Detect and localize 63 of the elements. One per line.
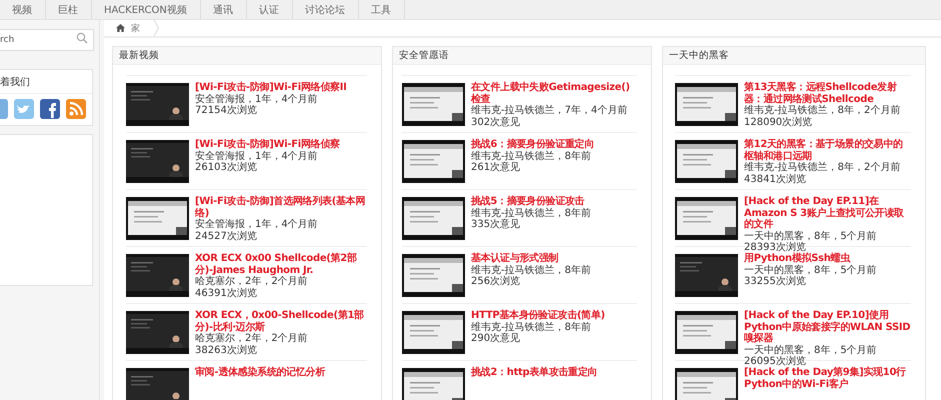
video-title-link[interactable]: 基本认证与形式强制 [471, 253, 591, 264]
view-count: 24527次浏览 [195, 230, 258, 242]
view-count: 43841次浏览 [744, 174, 807, 185]
view-count: 26095次浏览 [744, 356, 807, 367]
video-author-date: 哈克塞尔，2年，2个月前 [195, 333, 309, 344]
view-count: 28393次浏览 [744, 242, 806, 253]
video-author-date: 维韦克-拉马铁德兰，7年，4个月前 [471, 105, 628, 116]
video-title-link[interactable]: [Hack of the Day EP.11]在Amazon S 3账户上查找可公开读取的文件 [744, 196, 911, 230]
video-title-link[interactable]: HTTP基本身份验证攻击(简单) [471, 310, 605, 322]
nav-link[interactable]: 认证 [246, 0, 293, 19]
video-author-date: 安全管海报，1年，4个月前 [195, 150, 319, 162]
breadcrumb-link[interactable]: 家 [131, 22, 140, 34]
search-field[interactable]: rch [0, 29, 94, 51]
video-author-date: 维韦克-拉马铁德兰，8年前 [471, 322, 592, 332]
video-title-link[interactable]: 审阅-透体感染系统的记忆分析 [195, 367, 325, 378]
video-author-date: 维韦克-拉马铁德兰，8年，2个月前 [744, 105, 902, 116]
video-author-date: 安全管海报，1年，4个月前 [195, 94, 319, 104]
video-title-link[interactable]: 第12天的黑客：基于场景的交易中的枢轴和港口远期 [744, 139, 911, 162]
view-count: 290次意见 [471, 333, 522, 344]
video-author-date: 哈克塞尔，2年，2个月前 [195, 276, 309, 288]
nav-link[interactable]: 讨论论坛 [292, 0, 359, 19]
video-title-link[interactable]: 第13天黑客：远程Shellcode发射器：通过网络测试Shellcode [744, 82, 911, 105]
video-author-date: 维韦克-拉马铁德兰，8年前 [471, 150, 592, 162]
panel-title: 一天中的黑客 [669, 49, 729, 62]
video-title-link[interactable]: 用Python模拟Ssh蠕虫 [744, 253, 877, 264]
view-count: 256次浏览 [471, 276, 522, 288]
facebook-icon[interactable] [40, 99, 60, 119]
view-count: 335次意见 [471, 219, 522, 230]
nav-link[interactable]: 通讯 [200, 0, 247, 19]
video-author-date: 一天中的黑客，8年，5个月前 [744, 264, 877, 276]
video-author-date: 维韦克-拉马铁德兰，8年前 [471, 208, 591, 218]
panel-title: 最新视频 [119, 49, 159, 62]
video-title-link[interactable]: [Hack of the Day EP.10]使用Python中原始套接字的WLAN SSID嗅探器 [744, 310, 911, 344]
view-count: 261次意见 [471, 162, 522, 174]
nav-link[interactable]: 视频 [0, 0, 46, 19]
view-count: 38263次浏览 [195, 344, 258, 356]
home-icon[interactable] [116, 24, 125, 32]
follow-title: 着我们 [0, 70, 92, 94]
nav-link[interactable]: HACKERCON视频 [92, 0, 201, 19]
view-count: 128090次浏览 [744, 116, 814, 128]
nav-link[interactable]: 工具 [358, 0, 405, 19]
video-author-date: 维韦克-拉马铁德兰，8年，2个月前 [744, 162, 902, 174]
video-title-link[interactable]: 挑战5：摘要身份验证攻击 [471, 196, 591, 208]
view-count: 46391次浏览 [195, 288, 258, 299]
video-author-date: 一天中的黑客，8年，5个月前 [744, 230, 878, 242]
view-count: 33255次浏览 [744, 276, 807, 288]
video-title-link[interactable]: [Hack of the Day第9集]实现10行Python中的Wi-Fi客户 [744, 367, 911, 390]
view-count: 26103次浏览 [195, 162, 258, 174]
video-title-link[interactable]: [Wi-Fi攻击-防御]Wi-Fi网络侦察 [195, 139, 340, 150]
view-count: 302次意见 [471, 116, 522, 128]
video-title-link[interactable]: XOR ECX 0x00 Shellcode(第2部分)-James Haughom Jr. [195, 253, 367, 276]
video-title-link[interactable]: 挑战2：http表单攻击重定向 [471, 367, 598, 378]
video-title-link[interactable]: [Wi-Fi攻击-防御]首选网络列表(基本网络) [195, 196, 367, 219]
video-author-date: 安全管海报，1年，4个月前 [195, 219, 319, 230]
video-title-link[interactable]: 在文件上载中失败Getimagesize()检查 [471, 82, 637, 105]
panel-title: 安全管愿语 [399, 49, 449, 62]
nav-link[interactable]: 巨柱 [46, 0, 92, 19]
video-title-link[interactable]: 挑战6：摘要身份验证重定向 [471, 139, 594, 150]
video-title-link[interactable]: XOR ECX，0x00-Shellcode(第1部分)-比利·迈尔斯 [195, 310, 367, 333]
view-count: 72154次浏览 [195, 105, 258, 116]
video-author-date: 一天中的黑客，8年，5个月前 [744, 344, 878, 356]
video-author-date: 维韦克-拉马铁德兰，8年前 [471, 264, 591, 276]
video-title-link[interactable]: [Wi-Fi攻击-防御]Wi-Fi网络侦察II [195, 82, 347, 94]
